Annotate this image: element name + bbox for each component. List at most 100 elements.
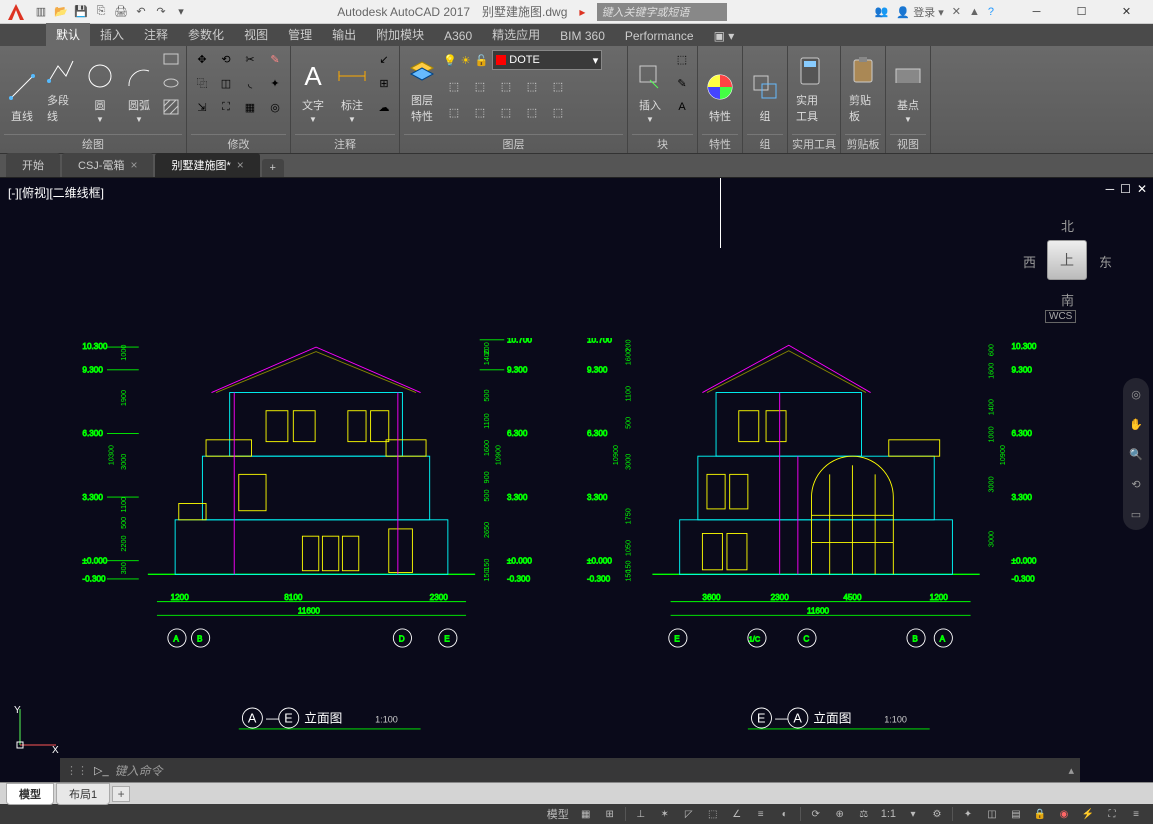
sb-model[interactable]: 模型 [543,806,573,822]
qat-new-icon[interactable]: ▥ [32,3,50,21]
sb-cycling-icon[interactable]: ⟳ [805,805,827,823]
model-tab[interactable]: 模型 [6,783,54,805]
mirror-icon[interactable]: ◫ [215,72,237,94]
text-button[interactable]: A文字▼ [295,48,331,126]
viewcube-wcs[interactable]: WCS [1045,310,1076,323]
sb-units-icon[interactable]: ◫ [981,805,1003,823]
layer-bulb-icon[interactable]: 💡 [443,54,457,67]
utilities-button[interactable]: 实用工具 [792,48,828,126]
panel-layers-title[interactable]: 图层 [404,134,623,153]
panel-block-title[interactable]: 块 [632,134,693,153]
sb-isolate-icon[interactable]: ◉ [1053,805,1075,823]
layer-tool-6-icon[interactable]: ⬚ [443,101,465,123]
viewcube[interactable]: 北 南 东 西 上 WCS [1005,198,1125,328]
qat-saveas-icon[interactable]: ⎘ [92,3,110,21]
move-icon[interactable]: ✥ [191,48,213,70]
sb-osnap-icon[interactable]: ⬚ [702,805,724,823]
vp-maximize-icon[interactable]: ☐ [1120,182,1131,196]
layer-tool-5-icon[interactable]: ⬚ [547,75,569,97]
rectangle-icon[interactable] [160,48,182,70]
sb-lockui-icon[interactable]: 🔒 [1029,805,1051,823]
sb-annomonitor-icon[interactable]: ⊕ [829,805,851,823]
qat-plot-icon[interactable]: 🖨 [112,3,130,21]
vp-minimize-icon[interactable]: ─ [1106,182,1115,196]
ribbon-tab-addins[interactable]: 附加模块 [366,23,434,46]
ribbon-tab-annotate[interactable]: 注释 [134,23,178,46]
layout1-tab[interactable]: 布局1 [56,783,110,805]
ribbon-tab-a360[interactable]: A360 [434,26,482,46]
sb-scale[interactable]: 1:1 [877,808,900,820]
sb-workspace-icon[interactable]: ✦ [957,805,979,823]
ribbon-tab-featured[interactable]: 精选应用 [482,23,550,46]
viewport-label[interactable]: [-][俯视][二维线框] [8,184,104,201]
viewcube-top[interactable]: 上 [1047,240,1087,280]
qat-dropdown-icon[interactable]: ▾ [172,3,190,21]
ribbon-tab-view[interactable]: 视图 [234,23,278,46]
offset-icon[interactable]: ◎ [264,96,286,118]
cloud-icon[interactable]: ☁ [373,96,395,118]
qat-redo-icon[interactable]: ↷ [152,3,170,21]
exchange-icon[interactable]: ✕ [952,5,961,18]
array-icon[interactable]: ▦ [239,96,261,118]
sb-otrack-icon[interactable]: ∠ [726,805,748,823]
panel-utilities-title[interactable]: 实用工具 [792,134,836,153]
signin-button[interactable]: 👤 登录 ▾ [896,4,943,20]
new-tab-button[interactable]: + [262,159,284,177]
ribbon-tab-output[interactable]: 输出 [322,23,366,46]
circle-button[interactable]: 圆▼ [82,48,118,126]
erase-icon[interactable]: ✎ [264,48,286,70]
clipboard-button[interactable]: 剪贴板 [845,48,881,126]
properties-button[interactable]: 特性 [702,48,738,126]
file-tab-current[interactable]: 别墅建施图*× [155,153,259,177]
panel-view-title[interactable]: 视图 [890,134,926,153]
sb-lwt-icon[interactable]: ≡ [750,805,772,823]
ribbon-tab-performance[interactable]: Performance [615,26,704,46]
search-input[interactable]: 键入关键字或短语 [597,3,727,21]
copy-icon[interactable]: ⿻ [191,72,213,94]
arc-button[interactable]: 圆弧▼ [121,48,157,126]
minimize-button[interactable]: ─ [1014,1,1059,23]
sb-hardware-icon[interactable]: ⚡ [1077,805,1099,823]
base-view-button[interactable]: 基点▼ [890,48,926,126]
add-layout-button[interactable]: + [112,786,130,802]
insert-block-button[interactable]: 插入▼ [632,48,668,126]
app-logo[interactable] [4,1,28,23]
sb-polar-icon[interactable]: ✶ [654,805,676,823]
grip-icon[interactable]: ⋮⋮ [66,764,88,777]
scale-icon[interactable]: ⛶ [215,96,237,118]
layer-tool-8-icon[interactable]: ⬚ [495,101,517,123]
sb-iso-icon[interactable]: ◸ [678,805,700,823]
close-button[interactable]: ✕ [1104,1,1149,23]
panel-clipboard-title[interactable]: 剪贴板 [845,134,881,153]
qat-save-icon[interactable]: 💾 [72,3,90,21]
ribbon-tab-bim360[interactable]: BIM 360 [550,26,615,46]
sb-ortho-icon[interactable]: ⊥ [630,805,652,823]
layer-tool-2-icon[interactable]: ⬚ [469,75,491,97]
sb-cleanscreen-icon[interactable]: ⛶ [1101,805,1123,823]
layer-tool-3-icon[interactable]: ⬚ [495,75,517,97]
ribbon-tab-parametric[interactable]: 参数化 [178,23,234,46]
sb-grid-icon[interactable]: ▦ [575,805,597,823]
sb-gear-icon[interactable]: ⚙ [926,805,948,823]
infocenter-icon[interactable]: 👥 [875,5,889,18]
layer-freeze-icon[interactable]: ☀ [461,54,471,67]
ribbon-tab-manage[interactable]: 管理 [278,23,322,46]
polyline-button[interactable]: 多段线 [43,48,79,126]
group-button[interactable]: 组 [747,48,783,126]
edit-block-icon[interactable]: ✎ [671,72,693,94]
layer-combo[interactable]: DOTE ▾ [492,50,602,70]
sb-customize-icon[interactable]: ≡ [1125,805,1147,823]
fillet-icon[interactable]: ◟ [239,72,261,94]
explode-icon[interactable]: ✦ [264,72,286,94]
block-attr-icon[interactable]: A [671,96,693,118]
panel-draw-title[interactable]: 绘图 [4,134,182,153]
command-input[interactable]: 键入命令 [115,762,1063,779]
leader-icon[interactable]: ↙ [373,48,395,70]
ucs-icon[interactable]: YX [12,703,62,756]
sb-scale-dropdown-icon[interactable]: ▾ [902,805,924,823]
layer-lock-icon[interactable]: 🔓 [475,54,489,67]
trim-icon[interactable]: ✂ [239,48,261,70]
viewcube-east[interactable]: 东 [1099,252,1112,271]
drawing-viewport[interactable]: [-][俯视][二维线框] ─ ☐ ✕ 北 南 东 西 上 WCS ◎ ✋ 🔍 … [0,178,1153,782]
panel-modify-title[interactable]: 修改 [191,134,286,153]
